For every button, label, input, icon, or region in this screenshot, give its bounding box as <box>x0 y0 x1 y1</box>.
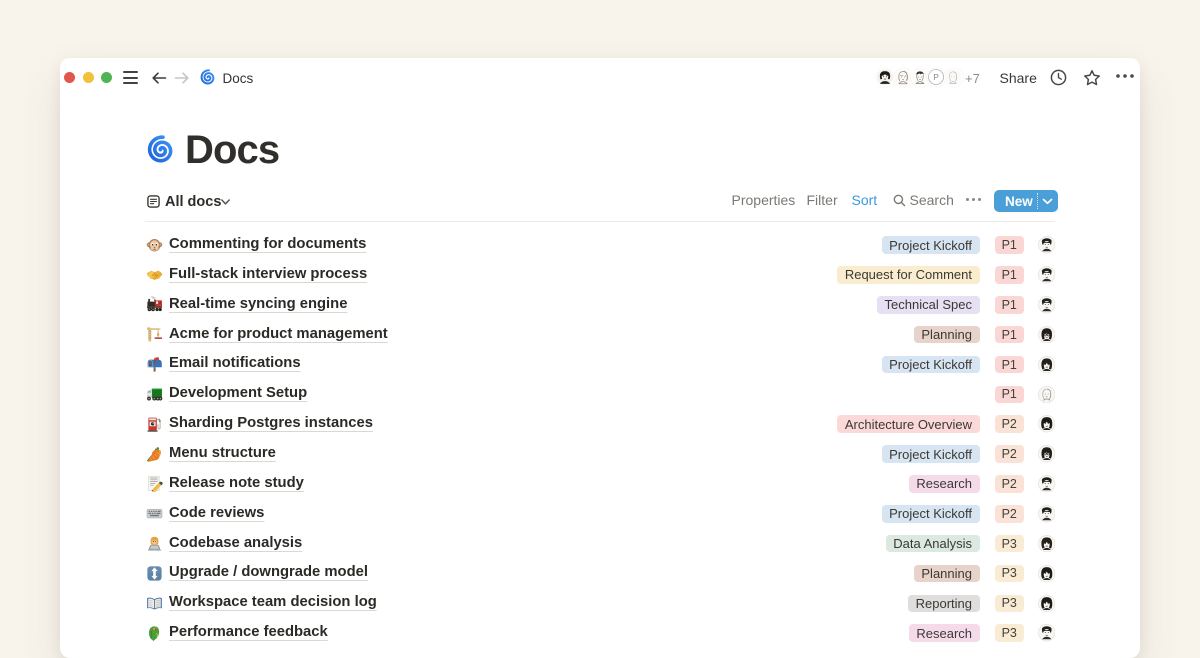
svg-text:P: P <box>933 72 939 82</box>
